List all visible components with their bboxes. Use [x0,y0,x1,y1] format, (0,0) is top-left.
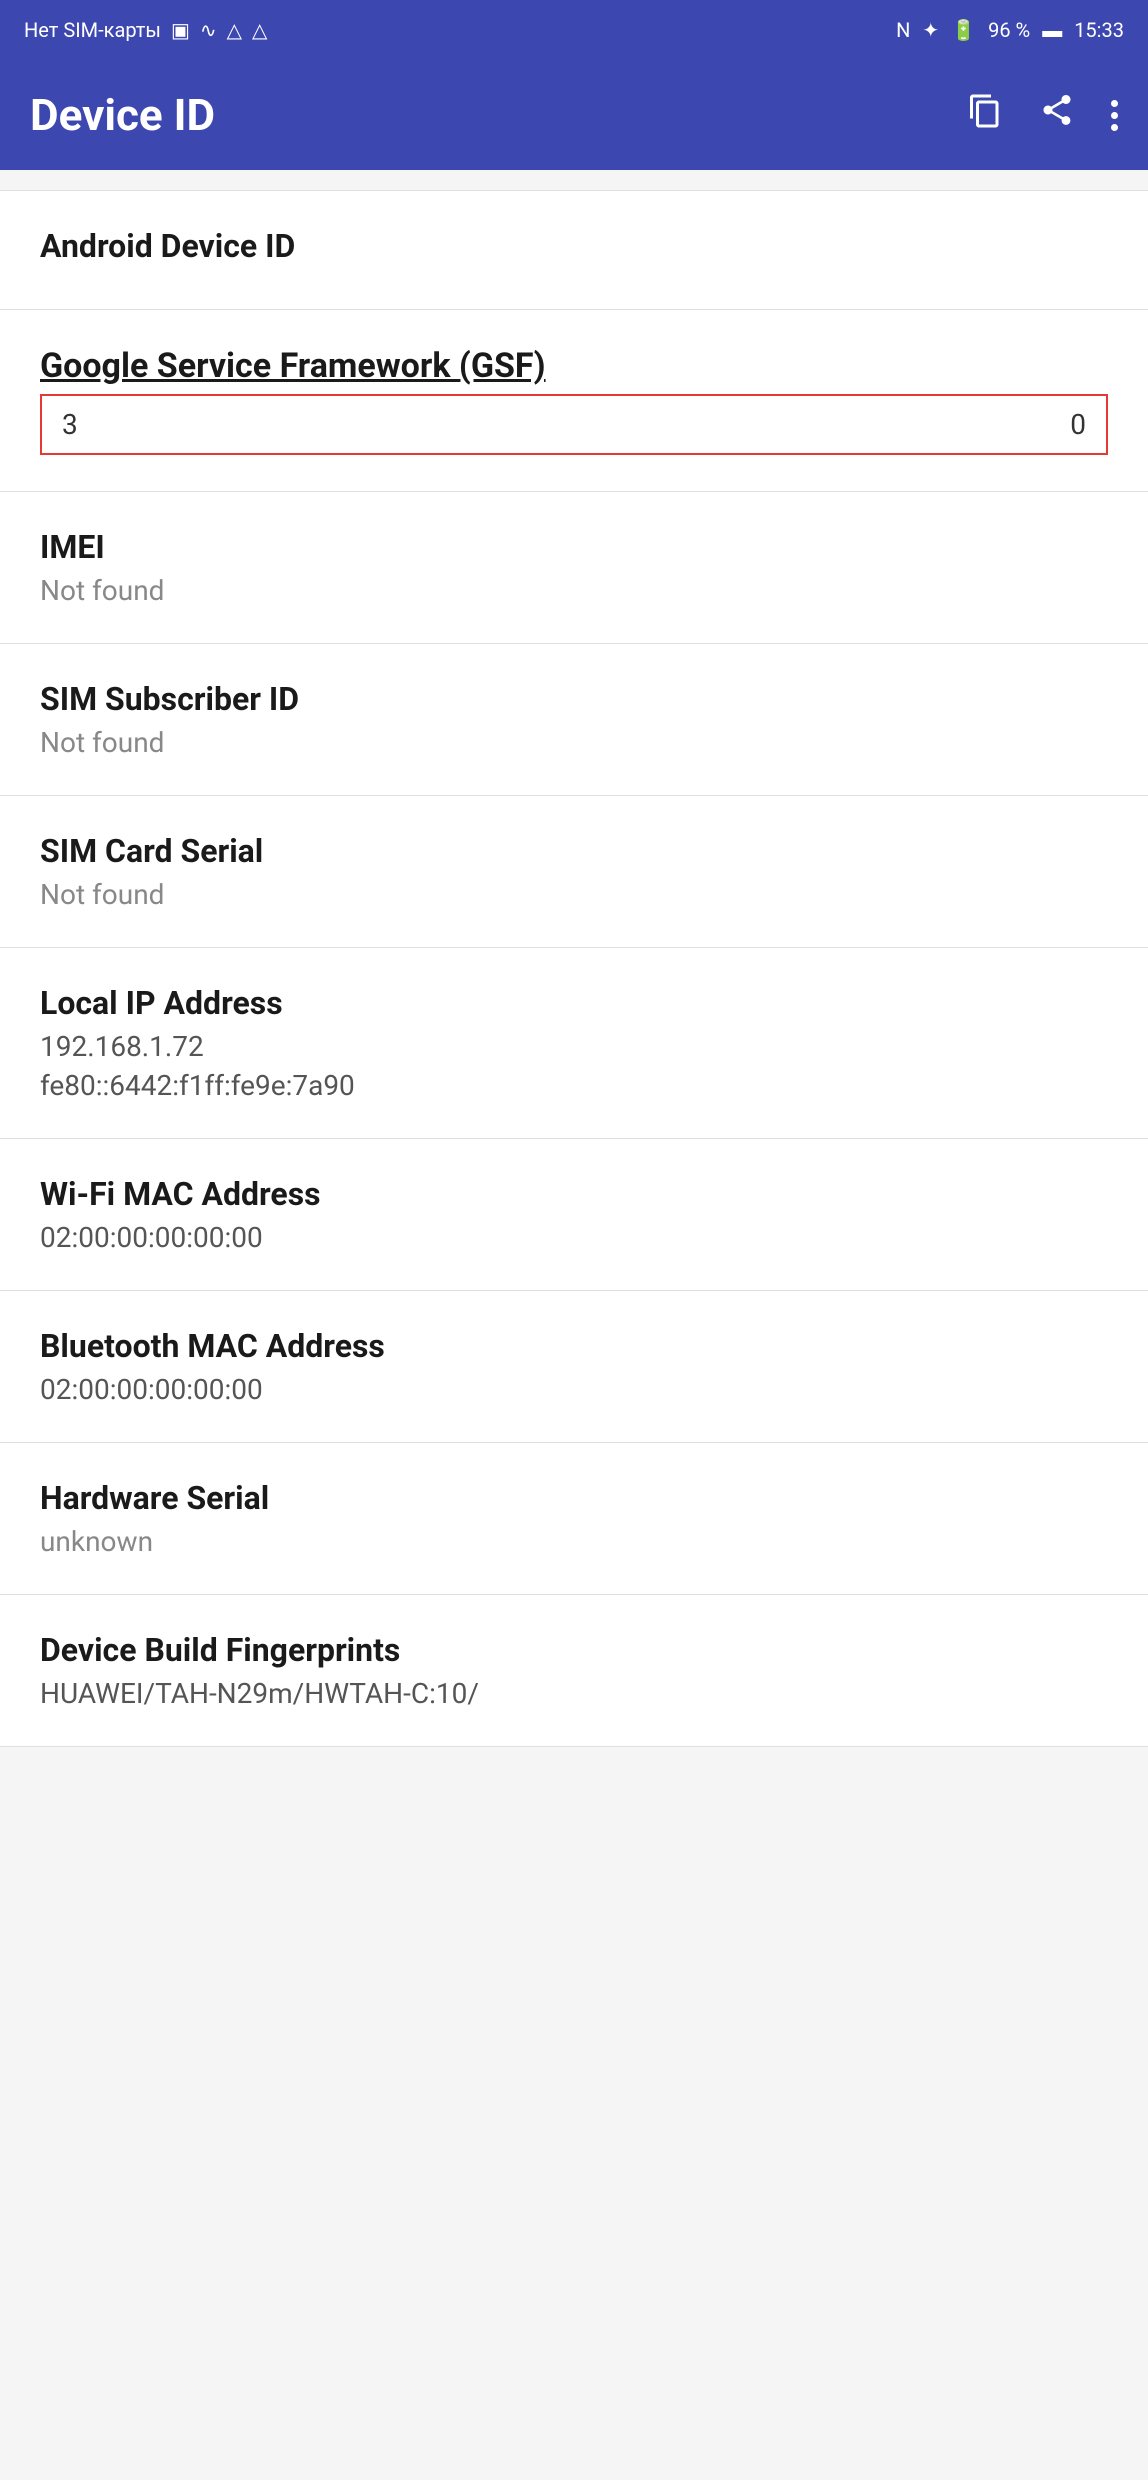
more-options-button[interactable] [1111,100,1118,131]
sim-subscriber-value: Not found [40,726,1108,759]
battery-icon: ▬ [1042,18,1062,43]
app-bar-actions [967,92,1118,138]
copy-button[interactable] [967,93,1003,138]
card-imei[interactable]: IMEI Not found [0,492,1148,644]
battery-text: 96 % [988,18,1030,42]
status-left: Нет SIM-карты ▣ ∿ △ △ [24,18,267,42]
card-gsf[interactable]: Google Service Framework (GSF) 3 0 [0,310,1148,492]
status-right: N ✦ 🔋 96 % ▬ 15:33 [896,18,1124,43]
sim-icon: ▣ [171,18,190,42]
card-android-device-id[interactable]: Android Device ID [0,190,1148,310]
app-bar: Device ID [0,60,1148,170]
warning-icon2: △ [252,18,267,42]
card-hardware-serial[interactable]: Hardware Serial unknown [0,1443,1148,1595]
card-local-ip[interactable]: Local IP Address 192.168.1.72 fe80::6442… [0,948,1148,1139]
vibrate-icon: 🔋 [951,18,976,42]
sim-card-serial-value: Not found [40,878,1108,911]
nfc-icon: N [896,18,910,42]
app-title: Device ID [30,89,215,141]
more-dots-icon [1111,100,1118,131]
time: 15:33 [1074,18,1124,42]
wifi-mac-value: 02:00:00:00:00:00 [40,1221,1108,1254]
device-build-title: Device Build Fingerprints [40,1631,1108,1669]
hardware-serial-value: unknown [40,1525,1108,1558]
bluetooth-icon: ✦ [922,18,939,42]
local-ip-value2: fe80::6442:f1ff:fe9e:7a90 [40,1069,1108,1102]
bluetooth-mac-title: Bluetooth MAC Address [40,1327,1108,1365]
wifi-icon: ∿ [200,18,217,42]
warning-icon1: △ [227,18,242,42]
card-wifi-mac[interactable]: Wi-Fi MAC Address 02:00:00:00:00:00 [0,1139,1148,1291]
sim-card-serial-title: SIM Card Serial [40,832,1108,870]
status-bar: Нет SIM-карты ▣ ∿ △ △ N ✦ 🔋 96 % ▬ 15:33 [0,0,1148,60]
content-area: Android Device ID Google Service Framewo… [0,190,1148,1747]
gsf-title: Google Service Framework (GSF) [40,346,1108,386]
gsf-value-right: 0 [1070,408,1086,441]
android-device-id-title: Android Device ID [40,227,1108,265]
card-sim-card-serial[interactable]: SIM Card Serial Not found [0,796,1148,948]
local-ip-title: Local IP Address [40,984,1108,1022]
gsf-value-left: 3 [62,408,78,441]
imei-title: IMEI [40,528,1108,566]
sim-subscriber-title: SIM Subscriber ID [40,680,1108,718]
card-bluetooth-mac[interactable]: Bluetooth MAC Address 02:00:00:00:00:00 [0,1291,1148,1443]
bluetooth-mac-value: 02:00:00:00:00:00 [40,1373,1108,1406]
share-button[interactable] [1039,92,1075,138]
card-sim-subscriber[interactable]: SIM Subscriber ID Not found [0,644,1148,796]
hardware-serial-title: Hardware Serial [40,1479,1108,1517]
card-device-build[interactable]: Device Build Fingerprints HUAWEI/TAH-N29… [0,1595,1148,1747]
wifi-mac-title: Wi-Fi MAC Address [40,1175,1108,1213]
device-build-value: HUAWEI/TAH-N29m/HWTAH-C:10/ [40,1677,1108,1710]
no-sim-text: Нет SIM-карты [24,18,161,42]
gsf-value-box: 3 0 [40,394,1108,455]
imei-value: Not found [40,574,1108,607]
local-ip-value1: 192.168.1.72 [40,1030,1108,1063]
